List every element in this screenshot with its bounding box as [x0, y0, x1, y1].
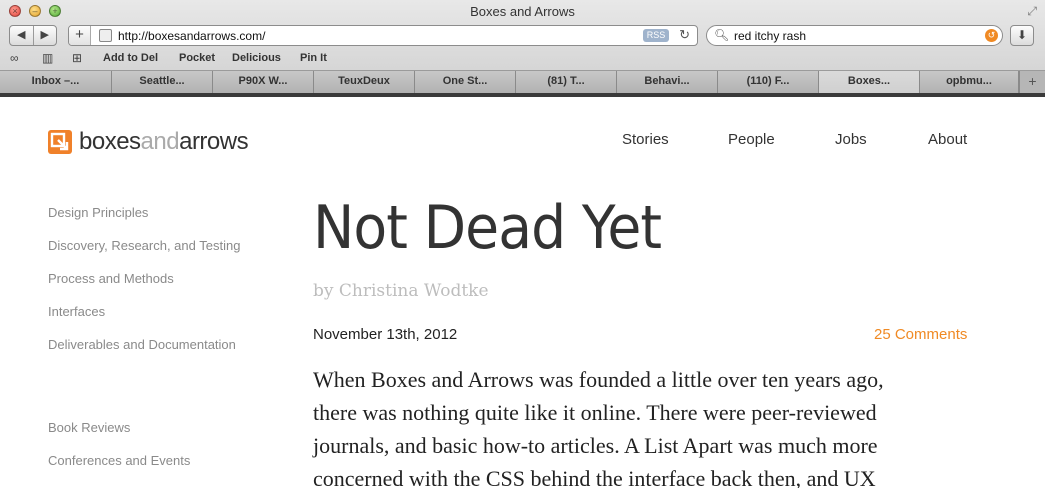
- title-bar: × – + Boxes and Arrows ⤢: [0, 0, 1045, 22]
- comments-link[interactable]: 25 Comments: [874, 326, 967, 343]
- search-bar[interactable]: 🔍︎ red itchy rash ↺: [706, 25, 1003, 46]
- downloads-button[interactable]: ⬇: [1010, 25, 1034, 46]
- clear-search-icon[interactable]: ↺: [985, 29, 998, 42]
- address-bar[interactable]: + http://boxesandarrows.com/ RSS ↻: [68, 25, 698, 46]
- fullscreen-icon[interactable]: ⤢: [1027, 4, 1037, 19]
- tab-one-st[interactable]: One St...: [415, 71, 516, 93]
- sidebar-item-conferences[interactable]: Conferences and Events: [48, 453, 190, 468]
- tab-boxes-active[interactable]: Boxes...: [819, 71, 920, 93]
- bookmark-pin-it[interactable]: Pin It: [300, 52, 327, 64]
- tab-seattle[interactable]: Seattle...: [112, 71, 213, 93]
- new-tab-button[interactable]: +: [1019, 71, 1045, 93]
- logo-icon[interactable]: [48, 130, 72, 154]
- tab-behavi[interactable]: Behavi...: [617, 71, 718, 93]
- post-body-line: When Boxes and Arrows was founded a litt…: [313, 367, 884, 392]
- post-body-line: concerned with the CSS behind the interf…: [313, 466, 876, 488]
- bookmarks-book-icon[interactable]: ▥: [42, 51, 53, 65]
- add-bookmark-button[interactable]: +: [69, 26, 91, 45]
- post-date: November 13th, 2012: [313, 326, 458, 343]
- post-body-line: there was nothing quite like it online. …: [313, 400, 877, 425]
- toolbar: ◀ ▶ + http://boxesandarrows.com/ RSS ↻ 🔍…: [0, 24, 1045, 48]
- search-input[interactable]: red itchy rash: [734, 29, 806, 43]
- tab-110[interactable]: (110) F...: [718, 71, 819, 93]
- tab-inbox[interactable]: Inbox –...: [0, 71, 112, 93]
- tab-81[interactable]: (81) T...: [516, 71, 617, 93]
- bookmark-delicious[interactable]: Delicious: [232, 52, 281, 64]
- tab-p90x[interactable]: P90X W...: [213, 71, 314, 93]
- logo-text-arrows: arrows: [179, 128, 249, 155]
- rss-button[interactable]: RSS: [643, 29, 669, 42]
- logo-text-and: and: [140, 128, 180, 155]
- search-icon[interactable]: 🔍︎: [714, 28, 729, 42]
- nav-people[interactable]: People: [728, 131, 775, 148]
- bookmark-add-to-del[interactable]: Add to Del: [103, 52, 158, 64]
- tab-teuxdeux[interactable]: TeuxDeux: [314, 71, 415, 93]
- tab-opbmu[interactable]: opbmu...: [920, 71, 1019, 93]
- favicon-icon: [99, 29, 112, 42]
- browser-chrome: × – + Boxes and Arrows ⤢ ◀ ▶ + http://bo…: [0, 0, 1045, 97]
- sidebar-item-design-principles[interactable]: Design Principles: [48, 205, 148, 220]
- web-page: boxesandarrows Stories People Jobs About…: [0, 97, 1045, 488]
- nav-buttons: ◀ ▶: [9, 25, 57, 46]
- bookmarks-bar: ∞ ▥ ⊞ Add to Del Pocket Delicious Pin It: [0, 50, 1045, 68]
- sidebar-item-process[interactable]: Process and Methods: [48, 271, 174, 286]
- bookmark-pocket[interactable]: Pocket: [179, 52, 215, 64]
- post-body: When Boxes and Arrows was founded a litt…: [313, 363, 953, 488]
- top-sites-icon[interactable]: ⊞: [72, 51, 82, 65]
- sidebar-item-book-reviews[interactable]: Book Reviews: [48, 420, 130, 435]
- nav-jobs[interactable]: Jobs: [835, 131, 867, 148]
- post-byline[interactable]: by Christina Wodtke: [313, 281, 489, 301]
- sidebar-item-deliverables[interactable]: Deliverables and Documentation: [48, 337, 236, 352]
- sidebar-item-discovery[interactable]: Discovery, Research, and Testing: [48, 238, 240, 253]
- logo-text-boxes: boxes: [79, 128, 141, 155]
- sidebar-item-interfaces[interactable]: Interfaces: [48, 304, 105, 319]
- nav-stories[interactable]: Stories: [622, 131, 669, 148]
- post-body-line: journals, and basic how-to articles. A L…: [313, 433, 878, 458]
- reading-list-icon[interactable]: ∞: [10, 51, 19, 65]
- reload-icon[interactable]: ↻: [679, 27, 690, 43]
- forward-button[interactable]: ▶: [34, 26, 57, 45]
- url-input[interactable]: http://boxesandarrows.com/: [118, 29, 265, 43]
- window-title: Boxes and Arrows: [470, 4, 575, 19]
- tab-bar: Inbox –... Seattle... P90X W... TeuxDeux…: [0, 70, 1045, 93]
- post-title: Not Dead Yet: [313, 193, 662, 263]
- site-logo[interactable]: boxesandarrows: [79, 128, 249, 156]
- back-button[interactable]: ◀: [10, 26, 34, 45]
- nav-about[interactable]: About: [928, 131, 967, 148]
